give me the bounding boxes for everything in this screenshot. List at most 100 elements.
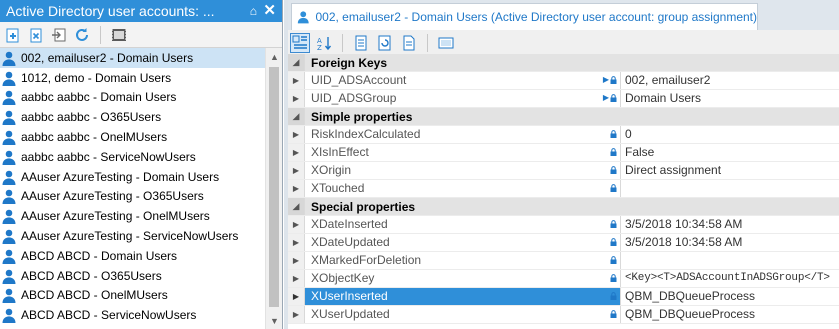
lock-icon — [610, 310, 617, 318]
property-row[interactable]: ▶ XIsInEffect False — [288, 144, 839, 162]
user-icon — [2, 289, 16, 304]
list-item-label: aabbc aabbc - O365Users — [21, 110, 162, 125]
account-list: 002, emailuser2 - Domain Users 1012, demo… — [0, 48, 265, 329]
left-panel-title: Active Directory user accounts: ... — [6, 3, 215, 19]
list-item[interactable]: aabbc aabbc - OnelMUsers — [0, 127, 265, 147]
property-value[interactable] — [621, 252, 839, 269]
property-name[interactable]: XDateInserted — [305, 216, 621, 233]
list-item[interactable]: AAuser AzureTesting - OnelMUsers — [0, 206, 265, 226]
user-icon — [2, 209, 16, 225]
user-icon — [2, 51, 16, 66]
export-icon[interactable] — [50, 26, 68, 44]
list-item-label: AAuser AzureTesting - OnelMUsers — [21, 209, 210, 224]
scroll-thumb[interactable] — [269, 67, 279, 307]
property-name[interactable]: RiskIndexCalculated — [305, 126, 621, 143]
collapse-icon[interactable]: ◢ — [288, 54, 305, 71]
collapse-icon[interactable]: ◢ — [288, 108, 305, 125]
property-name[interactable]: XIsInEffect — [305, 144, 621, 161]
category-row[interactable]: ◢ Special properties — [288, 198, 839, 216]
linked-objects-icon[interactable] — [375, 33, 395, 53]
lock-icon — [610, 184, 617, 192]
property-row[interactable]: ▶ RiskIndexCalculated 0 — [288, 126, 839, 144]
left-panel: Active Directory user accounts: ... ⌂ ✕ … — [0, 0, 283, 329]
list-item-label: AAuser AzureTesting - O365Users — [21, 189, 204, 204]
list-item[interactable]: AAuser AzureTesting - O365Users — [0, 187, 265, 207]
property-row[interactable]: ▶ XMarkedForDeletion — [288, 252, 839, 270]
sort-alpha-icon[interactable]: AZ — [314, 33, 334, 53]
property-row[interactable]: ▶ XDateUpdated 3/5/2018 10:34:58 AM — [288, 234, 839, 252]
user-icon — [2, 190, 16, 205]
list-item[interactable]: ABCD ABCD - Domain Users — [0, 246, 265, 266]
property-value[interactable]: QBM_DBQueueProcess — [621, 288, 839, 305]
navigate-icon[interactable]: ▶ — [603, 76, 609, 84]
property-pages-icon[interactable] — [351, 33, 371, 53]
list-item[interactable]: aabbc aabbc - Domain Users — [0, 88, 265, 108]
screen-icon[interactable] — [436, 33, 456, 53]
new-object-icon[interactable] — [4, 26, 22, 44]
list-item[interactable]: aabbc aabbc - O365Users — [0, 107, 265, 127]
pin-icon[interactable]: ⌂ — [250, 0, 257, 22]
vertical-scrollbar[interactable]: ▲ ▼ — [265, 48, 282, 329]
property-name[interactable]: XObjectKey — [305, 270, 621, 287]
property-value[interactable]: 0 — [621, 126, 839, 143]
row-marker-icon: ▶ — [288, 126, 305, 143]
property-name-label: XDateUpdated — [311, 235, 390, 249]
property-name[interactable]: XTouched — [305, 180, 621, 197]
list-item[interactable]: ABCD ABCD - ServiceNowUsers — [0, 305, 265, 325]
category-row[interactable]: ◢ Simple properties — [288, 108, 839, 126]
property-name[interactable]: XMarkedForDeletion — [305, 252, 621, 269]
property-row[interactable]: ▶ UID_ADSAccount ▶ 002, emailuser2 — [288, 72, 839, 90]
property-name-label: XUserUpdated — [311, 307, 390, 321]
user-icon — [2, 130, 16, 146]
list-item[interactable]: aabbc aabbc - ServiceNowUsers — [0, 147, 265, 167]
filmstrip-icon[interactable] — [110, 26, 128, 44]
category-row[interactable]: ◢ Foreign Keys — [288, 54, 839, 72]
lock-icon — [610, 76, 617, 84]
property-row[interactable]: ▶ UID_ADSGroup ▶ Domain Users — [288, 90, 839, 108]
list-item[interactable]: AAuser AzureTesting - Domain Users — [0, 167, 265, 187]
property-row[interactable]: ▶ XObjectKey <Key><T>ADSAccountInADSGroup<… — [288, 270, 839, 288]
property-name[interactable]: XOrigin — [305, 162, 621, 179]
property-row[interactable]: ▶ XUserUpdated QBM_DBQueueProcess — [288, 306, 839, 324]
row-marker-icon: ▶ — [288, 234, 305, 251]
row-marker-icon: ▶ — [288, 180, 305, 197]
list-item[interactable]: 1012, demo - Domain Users — [0, 68, 265, 88]
document-icon[interactable] — [399, 33, 419, 53]
property-value[interactable]: False — [621, 144, 839, 161]
property-name[interactable]: XDateUpdated — [305, 234, 621, 251]
list-item[interactable]: ABCD ABCD - OnelMUsers — [0, 286, 265, 306]
property-row[interactable]: ▶ XTouched — [288, 180, 839, 198]
property-name[interactable]: XUserInserted — [305, 288, 621, 305]
navigate-icon[interactable]: ▶ — [603, 94, 609, 102]
property-row[interactable]: ▶ XOrigin Direct assignment — [288, 162, 839, 180]
svg-text:Z: Z — [317, 44, 322, 51]
property-value[interactable]: Direct assignment — [621, 162, 839, 179]
property-value[interactable]: <Key><T>ADSAccountInADSGroup</T> — [621, 270, 839, 287]
categorized-view-icon[interactable] — [290, 32, 310, 53]
scroll-down-icon[interactable]: ▼ — [266, 312, 282, 329]
property-row[interactable]: ▶ XDateInserted 3/5/2018 10:34:58 AM — [288, 216, 839, 234]
property-value[interactable]: 3/5/2018 10:34:58 AM — [621, 234, 839, 251]
scroll-up-icon[interactable]: ▲ — [266, 48, 282, 65]
collapse-icon[interactable]: ◢ — [288, 198, 305, 215]
category-label: Simple properties — [311, 110, 413, 124]
property-value[interactable]: Domain Users — [621, 90, 839, 107]
row-marker-icon: ▶ — [288, 162, 305, 179]
property-value[interactable]: QBM_DBQueueProcess — [621, 306, 839, 323]
tab-object-detail[interactable]: 002, emailuser2 - Domain Users (Active D… — [291, 3, 758, 30]
refresh-icon[interactable] — [73, 26, 91, 44]
property-name[interactable]: UID_ADSGroup ▶ — [305, 90, 621, 107]
close-icon[interactable]: ✕ — [263, 0, 276, 22]
property-value[interactable]: 3/5/2018 10:34:58 AM — [621, 216, 839, 233]
list-item[interactable]: ABCD ABCD - O365Users — [0, 266, 265, 286]
property-name[interactable]: XUserUpdated — [305, 306, 621, 323]
list-item[interactable]: 002, emailuser2 - Domain Users — [0, 48, 265, 68]
list-item[interactable]: AAuser AzureTesting - ServiceNowUsers — [0, 226, 265, 246]
property-value[interactable]: 002, emailuser2 — [621, 72, 839, 89]
property-name[interactable]: UID_ADSAccount ▶ — [305, 72, 621, 89]
property-name-label: UID_ADSGroup — [311, 91, 397, 105]
delete-object-icon[interactable] — [27, 26, 45, 44]
lock-icon — [610, 238, 617, 246]
property-value[interactable] — [621, 180, 839, 197]
property-row[interactable]: ▶ XUserInserted QBM_DBQueueProcess — [288, 288, 839, 306]
